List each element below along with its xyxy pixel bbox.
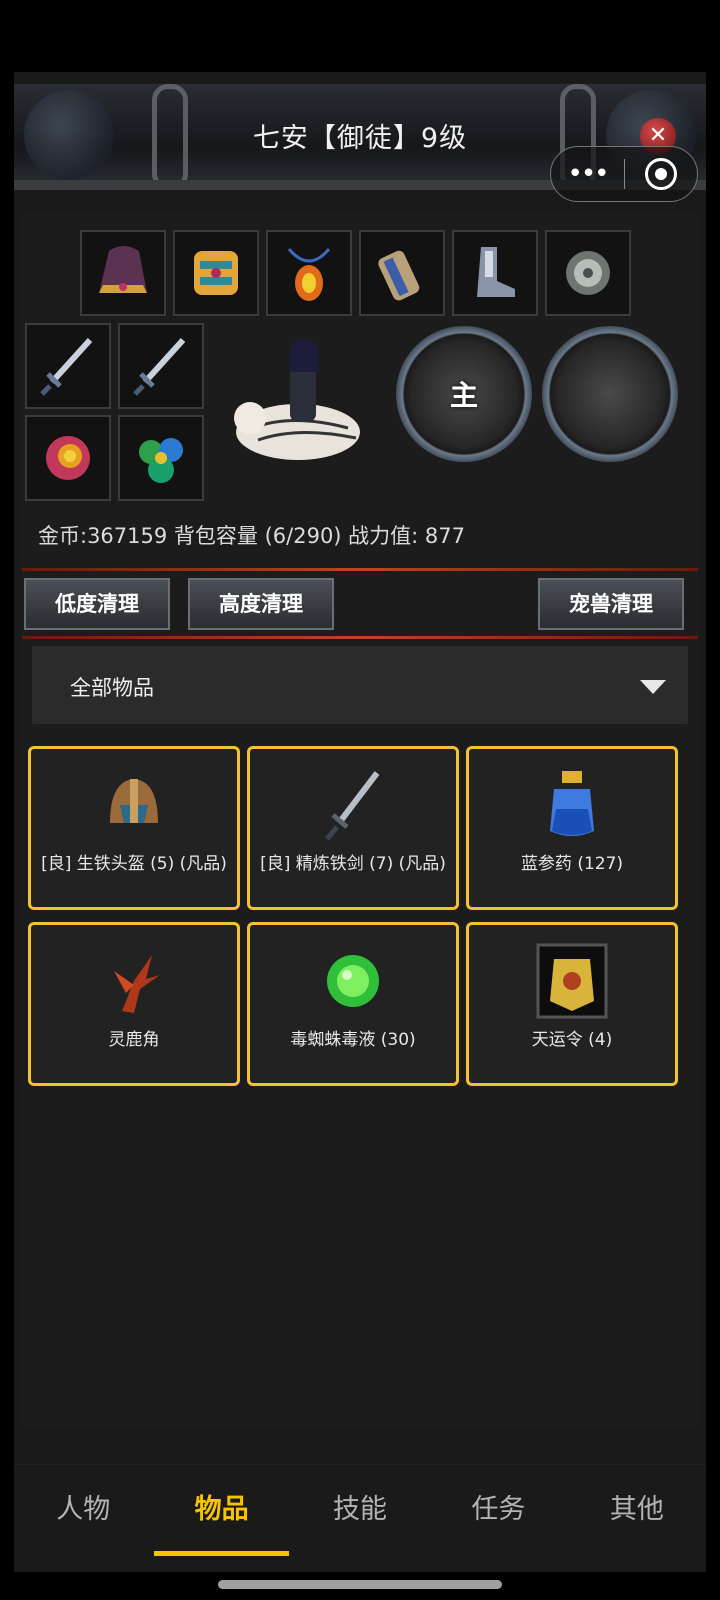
sword-icon: [325, 771, 380, 841]
equip-slot-pendant[interactable]: [545, 230, 631, 316]
item-name: [良] 精炼铁剑 (7) (凡品): [260, 854, 446, 874]
equip-slot-armor[interactable]: [173, 230, 259, 316]
bottom-nav: 人物 物品 技能 任务 其他: [14, 1464, 706, 1556]
equip-slot-hat[interactable]: [80, 230, 166, 316]
item-name: 灵鹿角: [108, 1030, 160, 1050]
inventory-item[interactable]: [良] 精炼铁剑 (7) (凡品): [247, 746, 459, 910]
potion-icon: [550, 771, 594, 836]
item-name: 蓝参药 (127): [520, 854, 624, 874]
item-filter-select[interactable]: 全部物品: [32, 646, 688, 724]
venom-icon: [327, 955, 379, 1007]
item-name: [良] 生铁头盔 (5) (凡品): [41, 854, 227, 874]
exit-miniprogram-button[interactable]: [625, 158, 697, 190]
player-stats: 金币:367159 背包容量 (6/290) 战力值: 877: [38, 524, 466, 548]
home-indicator[interactable]: [218, 1580, 502, 1589]
equip-slot-gem[interactable]: [118, 415, 204, 501]
tab-character[interactable]: 人物: [14, 1465, 152, 1556]
pet-slot-secondary[interactable]: [542, 326, 678, 462]
pet-slot-main[interactable]: 主: [396, 326, 532, 462]
bracer-icon: [378, 250, 420, 301]
divider-bottom: [22, 636, 698, 639]
equip-slot-amulet[interactable]: [266, 230, 352, 316]
more-menu-icon[interactable]: •••: [551, 161, 624, 187]
gem-cluster-icon: [139, 438, 183, 483]
equip-slot-bracer[interactable]: [359, 230, 445, 316]
high-clean-button[interactable]: 高度清理: [188, 578, 334, 630]
pet-clean-button[interactable]: 宠兽清理: [538, 578, 684, 630]
item-name: 天运令 (4): [531, 1030, 613, 1050]
inventory-item[interactable]: 天运令 (4): [466, 922, 678, 1086]
boots-icon: [477, 247, 515, 297]
inventory-item[interactable]: 灵鹿角: [28, 922, 240, 1086]
armor-icon: [194, 251, 238, 295]
divider-top: [22, 568, 698, 571]
dropdown-caret-icon: [640, 680, 666, 694]
inventory-item[interactable]: 蓝参药 (127): [466, 746, 678, 910]
tab-quests[interactable]: 任务: [429, 1465, 567, 1556]
item-name: 毒蜘蛛毒液 (30): [290, 1030, 416, 1050]
helmet-icon: [110, 779, 158, 823]
low-clean-button[interactable]: 低度清理: [24, 578, 170, 630]
equip-slot-offhand[interactable]: [118, 323, 204, 409]
token-icon: [536, 943, 608, 1019]
sword-icon: [133, 337, 186, 396]
equip-slot-weapon[interactable]: [25, 323, 111, 409]
equip-slot-boots[interactable]: [452, 230, 538, 316]
inventory-item[interactable]: 毒蜘蛛毒液 (30): [247, 922, 459, 1086]
hero-avatar[interactable]: [228, 332, 378, 472]
sword-icon: [40, 337, 93, 396]
item-filter-value: 全部物品: [70, 676, 154, 700]
equip-slot-ring[interactable]: [25, 415, 111, 501]
hat-icon: [99, 246, 147, 293]
miniprogram-capsule: •••: [550, 146, 698, 202]
tab-items[interactable]: 物品: [152, 1465, 290, 1556]
jade-pendant-icon: [566, 251, 610, 295]
tab-skills[interactable]: 技能: [291, 1465, 429, 1556]
amulet-icon: [287, 248, 331, 301]
antler-icon: [114, 955, 160, 1013]
ring-icon: [46, 436, 90, 480]
inventory-item[interactable]: [良] 生铁头盔 (5) (凡品): [28, 746, 240, 910]
pet-main-label: 主: [449, 379, 478, 412]
target-icon: [644, 158, 677, 190]
tab-other[interactable]: 其他: [568, 1465, 706, 1556]
